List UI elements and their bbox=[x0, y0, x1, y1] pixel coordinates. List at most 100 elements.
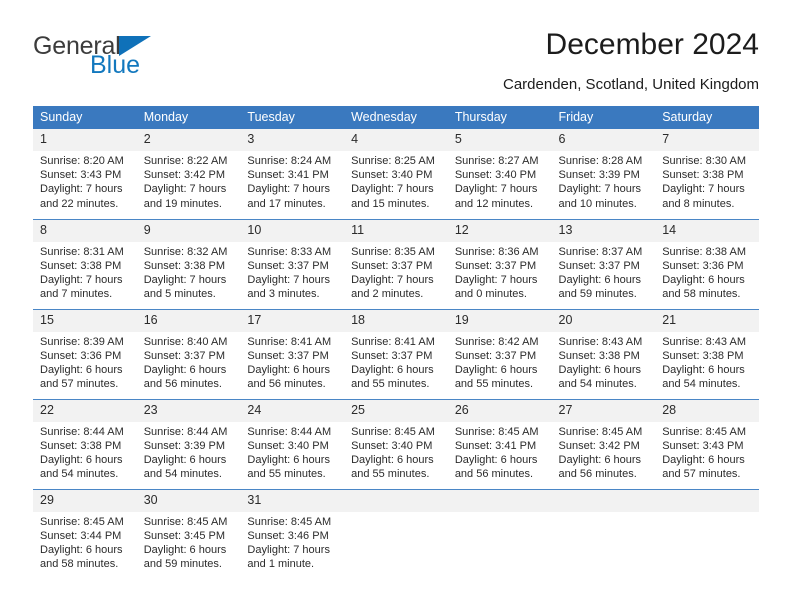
daylight-text-line1: Daylight: 6 hours bbox=[351, 363, 434, 376]
daylight-text-line1: Daylight: 6 hours bbox=[143, 543, 227, 556]
sunset-text: Sunset: 3:37 PM bbox=[454, 259, 537, 272]
day-number: 8 bbox=[33, 219, 137, 242]
day-number: 2 bbox=[136, 129, 241, 151]
day-cell[interactable]: 2 Sunrise: 8:22 AM Sunset: 3:42 PM Daylight… bbox=[136, 129, 241, 219]
sunrise-text: Sunrise: 8:45 AM bbox=[662, 425, 746, 438]
daylight-text-line1: Daylight: 7 hours bbox=[247, 273, 330, 286]
weekday-header-friday: Friday bbox=[551, 106, 656, 129]
day-cell[interactable]: 19 Sunrise: 8:42 AM Sunset: 3:37 PM Dayligh… bbox=[447, 308, 552, 399]
sunset-text: Sunset: 3:41 PM bbox=[247, 169, 329, 182]
sunrise-text: Sunrise: 8:45 AM bbox=[40, 515, 124, 528]
day-details: Sunrise: 8:45 AM Sunset: 3:44 PM Daylight:… bbox=[33, 512, 137, 572]
day-details: Sunrise: 8:24 AM Sunset: 3:41 PM Daylight:… bbox=[240, 151, 344, 211]
day-details: Sunrise: 8:20 AM Sunset: 3:43 PM Daylight:… bbox=[33, 151, 137, 211]
day-cell[interactable]: 30 Sunrise: 8:45 AM Sunset: 3:45 PM Dayligh… bbox=[136, 488, 241, 579]
page-header: General Blue December 2024 Cardenden, Sc… bbox=[33, 28, 759, 98]
day-cell[interactable]: 1 Sunrise: 8:20 AM Sunset: 3:43 PM Daylight… bbox=[33, 129, 137, 219]
day-details: Sunrise: 8:43 AM Sunset: 3:38 PM Daylight:… bbox=[655, 332, 759, 392]
daylight-text-line1: Daylight: 7 hours bbox=[247, 183, 330, 196]
sunset-text: Sunset: 3:36 PM bbox=[662, 259, 744, 272]
sunrise-text: Sunrise: 8:28 AM bbox=[558, 155, 643, 167]
daylight-text-line2: and 8 minutes. bbox=[662, 197, 735, 210]
day-cell[interactable]: 16 Sunrise: 8:40 AM Sunset: 3:37 PM Dayligh… bbox=[136, 308, 241, 399]
day-cell[interactable]: 18 Sunrise: 8:41 AM Sunset: 3:37 PM Dayligh… bbox=[344, 308, 448, 399]
day-cell[interactable]: 10 Sunrise: 8:33 AM Sunset: 3:37 PM Dayligh… bbox=[240, 218, 345, 309]
daylight-text-line1: Daylight: 6 hours bbox=[662, 273, 745, 286]
day-cell[interactable]: 31 Sunrise: 8:45 AM Sunset: 3:46 PM Dayligh… bbox=[240, 488, 345, 579]
sunset-text: Sunset: 3:38 PM bbox=[662, 349, 744, 362]
day-number: 9 bbox=[136, 219, 241, 242]
daylight-text-line1: Daylight: 7 hours bbox=[662, 183, 745, 196]
sunset-text: Sunset: 3:40 PM bbox=[351, 169, 433, 182]
day-cell[interactable]: 24 Sunrise: 8:44 AM Sunset: 3:40 PM Dayligh… bbox=[240, 398, 345, 489]
day-details bbox=[655, 512, 759, 515]
daylight-text-line1: Daylight: 6 hours bbox=[40, 453, 123, 466]
calendar-table: Sunday Monday Tuesday Wednesday Thursday… bbox=[33, 106, 759, 579]
day-cell[interactable]: 6 Sunrise: 8:28 AM Sunset: 3:39 PM Daylight… bbox=[551, 129, 656, 219]
day-cell[interactable]: 20 Sunrise: 8:43 AM Sunset: 3:38 PM Dayligh… bbox=[551, 308, 656, 399]
day-number: 20 bbox=[551, 309, 656, 332]
day-cell[interactable]: 14 Sunrise: 8:38 AM Sunset: 3:36 PM Dayligh… bbox=[655, 218, 759, 309]
day-number: 27 bbox=[551, 399, 656, 422]
day-cell[interactable]: 27 Sunrise: 8:45 AM Sunset: 3:42 PM Dayligh… bbox=[551, 398, 656, 489]
day-details: Sunrise: 8:44 AM Sunset: 3:39 PM Daylight:… bbox=[137, 422, 241, 482]
sunset-text: Sunset: 3:37 PM bbox=[351, 349, 433, 362]
calendar-header-row: Sunday Monday Tuesday Wednesday Thursday… bbox=[33, 106, 759, 129]
day-cell[interactable]: 23 Sunrise: 8:44 AM Sunset: 3:39 PM Dayligh… bbox=[136, 398, 241, 489]
daylight-text-line1: Daylight: 6 hours bbox=[40, 363, 123, 376]
day-cell[interactable]: 26 Sunrise: 8:45 AM Sunset: 3:41 PM Dayligh… bbox=[447, 398, 552, 489]
daylight-text-line1: Daylight: 7 hours bbox=[40, 183, 123, 196]
day-details: Sunrise: 8:42 AM Sunset: 3:37 PM Daylight:… bbox=[448, 332, 552, 392]
daylight-text-line2: and 55 minutes. bbox=[351, 378, 430, 391]
daylight-text-line1: Daylight: 7 hours bbox=[351, 183, 434, 196]
day-number: 6 bbox=[551, 129, 656, 151]
sunrise-text: Sunrise: 8:20 AM bbox=[40, 155, 124, 167]
logo-text-general: General bbox=[33, 32, 121, 60]
day-cell[interactable]: 9 Sunrise: 8:32 AM Sunset: 3:38 PM Daylight… bbox=[136, 218, 241, 309]
calendar-week-row: 8 Sunrise: 8:31 AM Sunset: 3:38 PM Daylight… bbox=[33, 218, 759, 309]
day-cell[interactable]: 3 Sunrise: 8:24 AM Sunset: 3:41 PM Daylight… bbox=[240, 129, 345, 219]
day-number: 18 bbox=[344, 309, 448, 332]
day-details: Sunrise: 8:32 AM Sunset: 3:38 PM Daylight:… bbox=[137, 242, 241, 302]
day-cell[interactable]: 5 Sunrise: 8:27 AM Sunset: 3:40 PM Daylight… bbox=[447, 129, 552, 219]
daylight-text-line1: Daylight: 6 hours bbox=[558, 453, 642, 466]
daylight-text-line2: and 22 minutes. bbox=[40, 197, 119, 210]
calendar-grid: Sunday Monday Tuesday Wednesday Thursday… bbox=[33, 106, 759, 579]
calendar-week-row: 29 Sunrise: 8:45 AM Sunset: 3:44 PM Dayligh… bbox=[33, 488, 759, 579]
day-cell[interactable]: 21 Sunrise: 8:43 AM Sunset: 3:38 PM Dayligh… bbox=[655, 308, 759, 399]
sunrise-text: Sunrise: 8:39 AM bbox=[40, 335, 124, 348]
day-cell[interactable]: 25 Sunrise: 8:45 AM Sunset: 3:40 PM Dayligh… bbox=[344, 398, 448, 489]
day-cell[interactable]: 17 Sunrise: 8:41 AM Sunset: 3:37 PM Dayligh… bbox=[240, 308, 345, 399]
day-details: Sunrise: 8:45 AM Sunset: 3:41 PM Daylight:… bbox=[448, 422, 552, 482]
daylight-text-line2: and 12 minutes. bbox=[454, 197, 534, 210]
daylight-text-line2: and 10 minutes. bbox=[558, 197, 637, 210]
daylight-text-line1: Daylight: 7 hours bbox=[40, 273, 123, 286]
sunrise-text: Sunrise: 8:43 AM bbox=[662, 335, 746, 348]
weekday-header-saturday: Saturday bbox=[655, 106, 759, 129]
sunrise-text: Sunrise: 8:44 AM bbox=[143, 425, 228, 438]
day-cell[interactable]: 15 Sunrise: 8:39 AM Sunset: 3:36 PM Dayligh… bbox=[33, 308, 137, 399]
daylight-text-line1: Daylight: 6 hours bbox=[558, 273, 642, 286]
day-cell[interactable]: 22 Sunrise: 8:44 AM Sunset: 3:38 PM Dayligh… bbox=[33, 398, 137, 489]
day-cell[interactable]: 12 Sunrise: 8:36 AM Sunset: 3:37 PM Dayligh… bbox=[447, 218, 552, 309]
day-cell[interactable]: 11 Sunrise: 8:35 AM Sunset: 3:37 PM Dayligh… bbox=[344, 218, 448, 309]
daylight-text-line2: and 2 minutes. bbox=[351, 288, 424, 301]
day-cell[interactable]: 29 Sunrise: 8:45 AM Sunset: 3:44 PM Dayligh… bbox=[33, 488, 137, 579]
day-cell[interactable]: 4 Sunrise: 8:25 AM Sunset: 3:40 PM Daylight… bbox=[344, 129, 448, 219]
general-blue-logo: General Blue bbox=[33, 34, 253, 78]
daylight-text-line1: Daylight: 7 hours bbox=[558, 183, 642, 196]
sunrise-text: Sunrise: 8:38 AM bbox=[662, 245, 746, 258]
weekday-header-sunday: Sunday bbox=[33, 106, 137, 129]
day-number: 23 bbox=[136, 399, 241, 422]
day-number: 16 bbox=[136, 309, 241, 332]
day-cell[interactable]: 7 Sunrise: 8:30 AM Sunset: 3:38 PM Daylight… bbox=[655, 129, 759, 219]
daylight-text-line2: and 59 minutes. bbox=[143, 558, 222, 571]
day-number: 30 bbox=[136, 489, 241, 512]
day-cell[interactable]: 13 Sunrise: 8:37 AM Sunset: 3:37 PM Dayligh… bbox=[551, 218, 656, 309]
day-cell[interactable]: 8 Sunrise: 8:31 AM Sunset: 3:38 PM Daylight… bbox=[33, 218, 137, 309]
day-cell[interactable]: 28 Sunrise: 8:45 AM Sunset: 3:43 PM Dayligh… bbox=[655, 398, 759, 489]
day-details: Sunrise: 8:45 AM Sunset: 3:43 PM Daylight:… bbox=[655, 422, 759, 482]
sunset-text: Sunset: 3:38 PM bbox=[40, 259, 122, 272]
day-details: Sunrise: 8:38 AM Sunset: 3:36 PM Daylight:… bbox=[655, 242, 759, 302]
sunset-text: Sunset: 3:40 PM bbox=[454, 169, 537, 182]
